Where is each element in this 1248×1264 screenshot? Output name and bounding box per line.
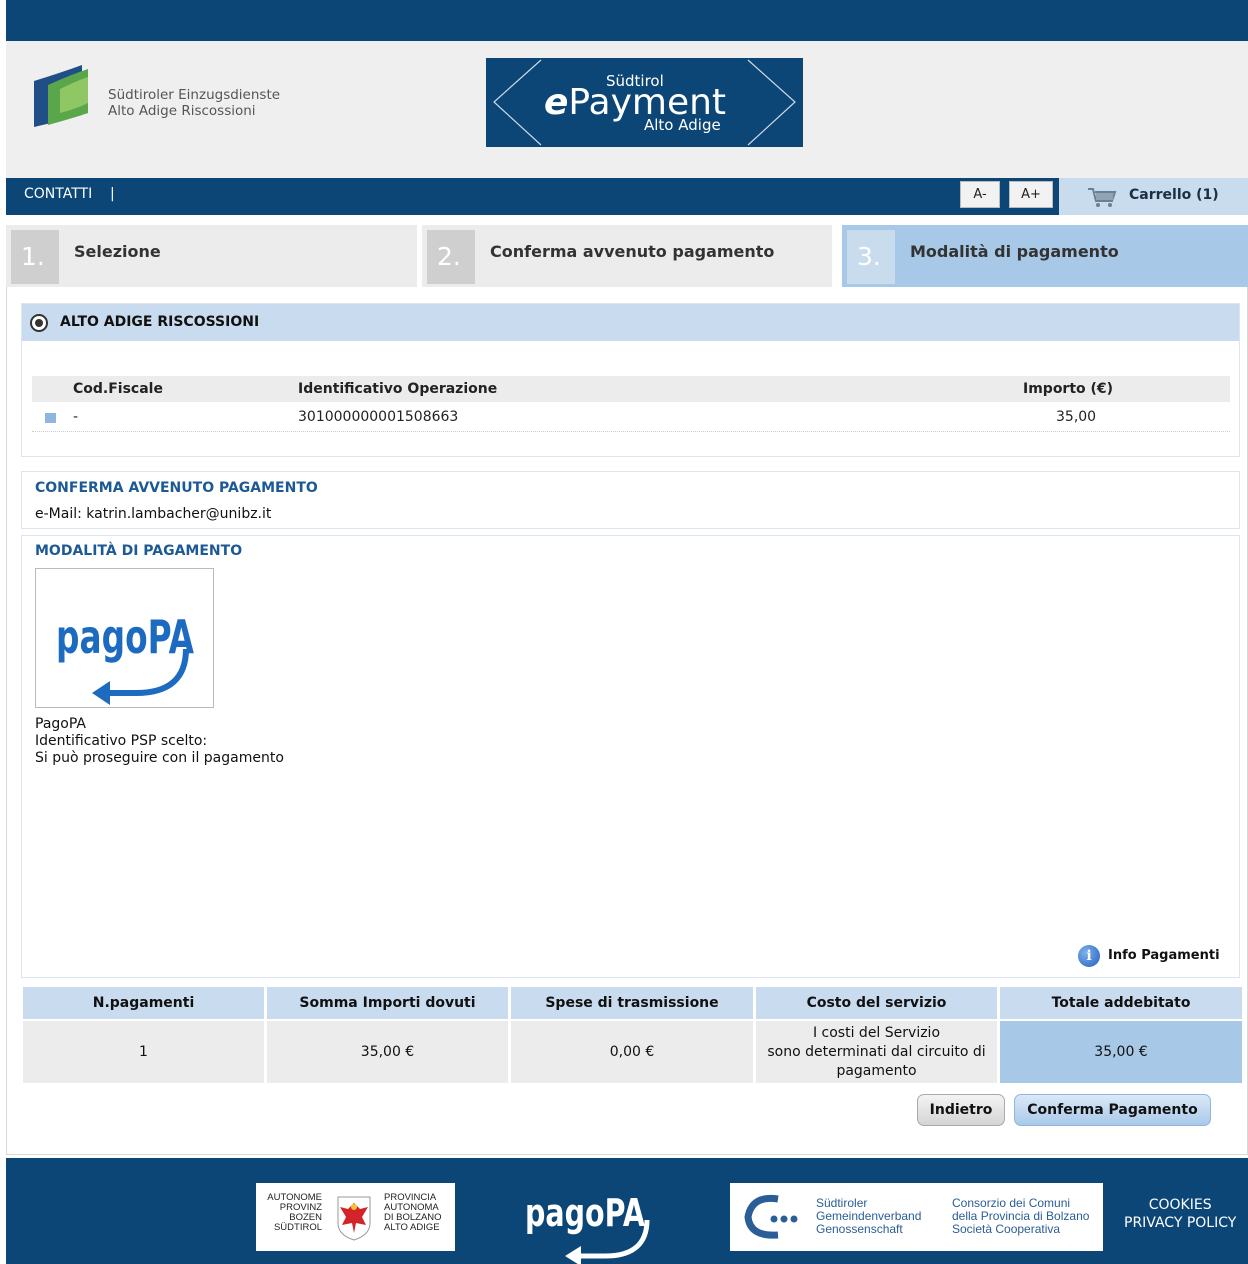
cart-button[interactable]: Carrello (1) (1059, 178, 1248, 215)
step-label: Selezione (74, 242, 161, 261)
font-decrease-button[interactable]: A- (960, 181, 1000, 208)
step-label: Modalità di pagamento (910, 242, 1119, 261)
step-number: 1. (11, 230, 59, 284)
epay-e: e (544, 82, 569, 123)
costo-line: sono determinati dal circuito di (767, 1043, 986, 1060)
cell-identificativo: 301000000001508663 (298, 409, 459, 425)
sum-header: N.pagamenti (23, 987, 264, 1019)
sum-header: Totale addebitato (1000, 987, 1242, 1019)
modalita-title: MODALITÀ DI PAGAMENTO (35, 543, 243, 559)
header: Südtiroler Einzugsdienste Alto Adige Ris… (6, 41, 1248, 178)
consorzio-logo-icon (744, 1194, 798, 1239)
contatti-link[interactable]: CONTATTI (24, 186, 92, 202)
org-section: ALTO ADIGE RISCOSSIONI Cod.Fiscale Ident… (21, 303, 1240, 457)
gem-de-line: Genossenschaft (816, 1222, 903, 1236)
epayment-logo: Südtirol ePayment Alto Adige (486, 58, 803, 147)
cell-cod-fiscale: - (73, 409, 79, 425)
info-label: Info Pagamenti (1108, 948, 1220, 963)
back-button[interactable]: Indietro (917, 1094, 1005, 1126)
step-number: 3. (847, 230, 895, 284)
sum-header: Somma Importi dovuti (267, 987, 508, 1019)
provincia-de: AUTONOME PROVINZ BOZEN SÜDTIROL (262, 1193, 322, 1233)
top-bar (6, 0, 1248, 41)
cell-importo: 35,00 (1056, 409, 1097, 425)
nav-bar: CONTATTI | A- A+ Carrello (1) (6, 178, 1248, 215)
provincia-it: PROVINCIA AUTONOMA DI BOLZANO ALTO ADIGE (384, 1193, 454, 1233)
modalita-section: MODALITÀ DI PAGAMENTO pagoPA PagoPA Iden… (21, 535, 1240, 978)
gem-de: Südtiroler Gemeindenverband Genossenscha… (816, 1197, 921, 1236)
payment-method-name: PagoPA (35, 716, 86, 732)
org-title: ALTO ADIGE RISCOSSIONI (60, 314, 260, 330)
sum-somma: 35,00 € (267, 1021, 508, 1083)
gem-it: Consorzio dei Comuni della Provincia di … (952, 1197, 1089, 1236)
org-name: Südtiroler Einzugsdienste Alto Adige Ris… (108, 87, 280, 119)
costo-line: I costi del Servizio (812, 1024, 941, 1041)
sum-n-pagamenti: 1 (23, 1021, 264, 1083)
confirm-payment-button[interactable]: Conferma Pagamento (1014, 1094, 1211, 1126)
info-icon: i (1078, 945, 1100, 967)
psp-label: Identificativo PSP scelto: (35, 733, 208, 749)
conferma-title: CONFERMA AVVENUTO PAGAMENTO (35, 480, 318, 496)
col-cod-fiscale: Cod.Fiscale (73, 381, 163, 397)
epay-altoadige: Alto Adige (644, 116, 721, 134)
step-number: 2. (427, 230, 475, 284)
prov-it-line: ALTO ADIGE (384, 1222, 440, 1233)
main-content: ALTO ADIGE RISCOSSIONI Cod.Fiscale Ident… (6, 287, 1248, 1155)
sum-totale: 35,00 € (1000, 1021, 1242, 1083)
sum-costo: I costi del Servizio sono determinati da… (756, 1021, 997, 1083)
pagopa-option[interactable]: pagoPA (35, 568, 214, 708)
step-label: Conferma avvenuto pagamento (490, 242, 775, 261)
pagopa-logo-icon: pagoPA (56, 610, 194, 705)
provincia-logo[interactable]: AUTONOME PROVINZ BOZEN SÜDTIROL PROVINCI… (256, 1183, 455, 1251)
cart-icon (1088, 188, 1117, 207)
cart-label: Carrello (1) (1129, 187, 1219, 203)
step-modalita[interactable]: 3. Modalità di pagamento (842, 225, 1248, 287)
row-marker-icon (45, 413, 56, 423)
pagopa-logo-text: pagoPA (56, 610, 194, 664)
org-name-it: Alto Adige Riscossioni (108, 103, 256, 119)
col-importo: Importo (€) (1023, 381, 1114, 397)
einzugsdienste-logo-icon (30, 63, 100, 129)
font-increase-button[interactable]: A+ (1009, 181, 1053, 208)
proceed-note: Si può proseguire con il pagamento (35, 750, 284, 766)
privacy-policy-link[interactable]: PRIVACY POLICY (1124, 1214, 1236, 1232)
gem-it-line: Società Cooperativa (952, 1222, 1061, 1236)
step-selezione[interactable]: 1. Selezione (6, 225, 417, 287)
footer: AUTONOME PROVINZ BOZEN SÜDTIROL PROVINCI… (6, 1158, 1248, 1264)
table-row: - 301000000001508663 35,00 (32, 404, 1230, 432)
operations-table-header: Cod.Fiscale Identificativo Operazione Im… (32, 376, 1230, 402)
sum-header: Spese di trasmissione (511, 987, 753, 1019)
gemeindenverband-logo[interactable]: Südtiroler Gemeindenverband Genossenscha… (730, 1183, 1103, 1251)
sum-header: Costo del servizio (756, 987, 997, 1019)
eagle-crest-icon (337, 1196, 371, 1241)
conferma-section: CONFERMA AVVENUTO PAGAMENTO e-Mail: katr… (21, 471, 1240, 529)
org-header: ALTO ADIGE RISCOSSIONI (22, 304, 1239, 341)
modalita-details: PagoPA Identificativo PSP scelto: Si può… (35, 716, 284, 767)
prov-de-line: SÜDTIROL (273, 1222, 322, 1233)
org-name-de: Südtiroler Einzugsdienste (108, 87, 281, 103)
footer-links: COOKIES PRIVACY POLICY (1124, 1196, 1236, 1232)
step-conferma[interactable]: 2. Conferma avvenuto pagamento (422, 225, 832, 287)
conferma-email: e-Mail: katrin.lambacher@unibz.it (35, 506, 272, 522)
org-radio[interactable] (30, 314, 48, 332)
nav-separator: | (110, 186, 115, 202)
pagopa-footer-text: pagoPA (525, 1191, 645, 1235)
cookies-link[interactable]: COOKIES (1124, 1196, 1236, 1214)
costo-line: pagamento (836, 1062, 917, 1079)
col-identificativo: Identificativo Operazione (298, 381, 498, 397)
sum-spese: 0,00 € (511, 1021, 753, 1083)
pagopa-footer-logo[interactable]: pagoPA (521, 1180, 661, 1264)
